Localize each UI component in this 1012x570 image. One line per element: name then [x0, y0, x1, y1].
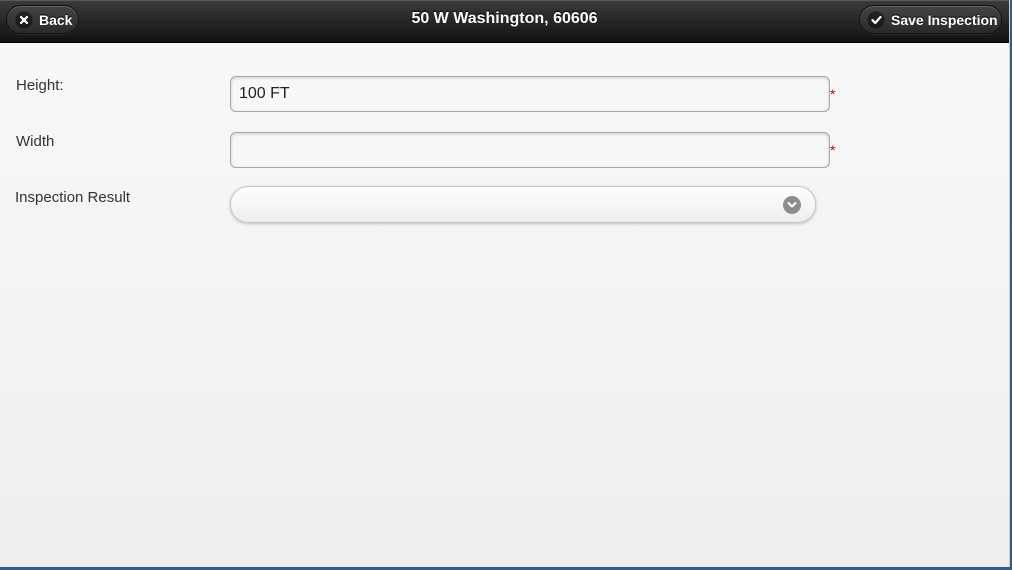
chevron-down-icon [783, 196, 801, 214]
height-label: Height: [16, 77, 64, 94]
header-bar: Back 50 W Washington, 60606 Save Inspect… [0, 0, 1009, 43]
check-icon [867, 10, 885, 29]
height-required-marker: * [830, 86, 836, 102]
width-input[interactable] [230, 132, 830, 168]
width-required-marker: * [830, 142, 836, 158]
width-label: Width [16, 133, 55, 150]
inspection-result-select[interactable] [230, 186, 816, 223]
inspection-result-label: Inspection Result [15, 189, 131, 206]
save-button-label: Save Inspection [891, 11, 998, 28]
height-input[interactable] [230, 76, 830, 112]
app-window: Back 50 W Washington, 60606 Save Inspect… [0, 0, 1010, 567]
page-title: 50 W Washington, 60606 [411, 10, 598, 27]
save-inspection-button[interactable]: Save Inspection [859, 5, 1002, 34]
